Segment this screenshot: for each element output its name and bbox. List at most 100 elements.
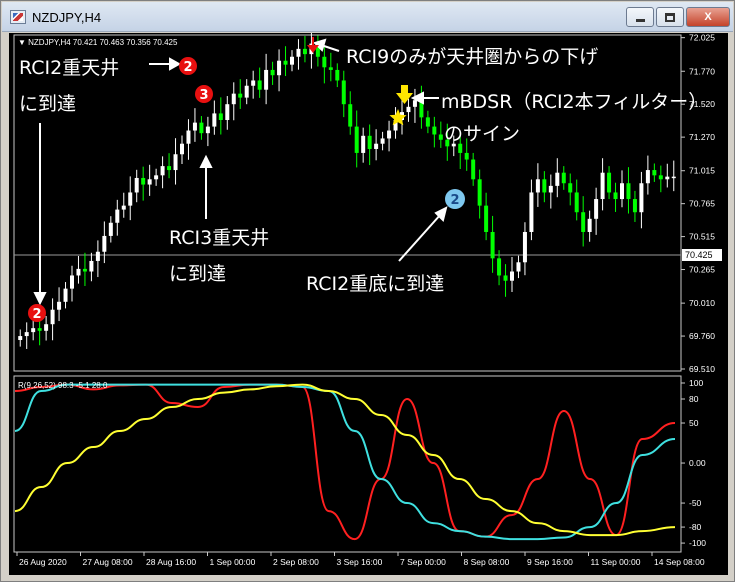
time-tick-label: 7 Sep 00:00 xyxy=(400,557,446,567)
minimize-icon xyxy=(635,18,645,22)
candle-body xyxy=(535,179,540,193)
candle-body xyxy=(341,80,346,105)
candle-body xyxy=(387,130,392,139)
price-tick-label: 69.760 xyxy=(689,331,715,341)
price-tick-label: 70.765 xyxy=(689,199,715,209)
candle-body xyxy=(658,175,663,180)
time-tick-label: 26 Aug 2020 xyxy=(19,557,67,567)
annotation-rci3-2: に到達 xyxy=(169,263,227,285)
rci-tick-label: 100 xyxy=(689,378,703,388)
price-pane-frame xyxy=(13,34,682,372)
time-tick-label: 11 Sep 00:00 xyxy=(591,557,641,567)
candle-body xyxy=(186,130,191,144)
candle-body xyxy=(328,67,333,70)
arrowhead-rci2-top xyxy=(169,57,182,71)
candle-body xyxy=(477,179,482,206)
candle-body xyxy=(57,301,62,310)
price-tick-label: 70.010 xyxy=(689,298,715,308)
price-tick-label: 71.770 xyxy=(689,66,715,76)
time-tick-label: 1 Sep 00:00 xyxy=(210,557,256,567)
time-tick-label: 9 Sep 16:00 xyxy=(527,557,573,567)
arrowhead-rci2-bottom-left xyxy=(33,292,47,306)
maximize-icon xyxy=(665,12,675,22)
rci-series-line xyxy=(14,383,676,541)
candle-body xyxy=(574,192,579,213)
candle-body xyxy=(108,222,113,236)
candle-body xyxy=(63,288,68,302)
candle-body xyxy=(37,328,42,331)
candle-body xyxy=(665,176,670,180)
candle-body xyxy=(147,179,152,185)
candle-body xyxy=(374,143,379,149)
candle-body xyxy=(548,185,553,193)
candle-body xyxy=(18,336,23,341)
candle-body xyxy=(141,177,146,185)
candle-body xyxy=(296,48,301,57)
candle-body xyxy=(322,56,327,68)
annotation-rci2-top-2: に到達 xyxy=(19,93,77,115)
candle-body xyxy=(264,69,269,90)
chart-area[interactable]: 72.025 71.770 71.520 71.270 71.015 70.765 70.5… xyxy=(9,33,728,575)
candle-body xyxy=(257,80,262,90)
candle-body xyxy=(600,172,605,200)
candle-body xyxy=(412,100,417,107)
close-button[interactable]: X xyxy=(686,7,730,27)
candle-body xyxy=(50,309,55,325)
price-tick-label: 71.270 xyxy=(689,132,715,142)
candle-body xyxy=(367,135,372,149)
mbdsr-star-icon xyxy=(389,109,407,126)
minimize-button[interactable] xyxy=(626,7,654,27)
price-tick-label: 69.510 xyxy=(689,364,715,374)
candle-body xyxy=(471,159,476,180)
rci-tick-label: 50 xyxy=(689,418,699,428)
candle-body xyxy=(335,69,340,81)
candle-body xyxy=(555,172,560,186)
chart-svg[interactable]: 72.02571.77071.52071.27071.01570.76570.5… xyxy=(9,33,728,575)
annotation-rci2-bottom: RCI2重底に到達 xyxy=(306,273,445,295)
candle-body xyxy=(251,80,256,86)
candle-body xyxy=(613,192,618,200)
candle-body xyxy=(568,183,573,193)
title-bar[interactable]: NZDJPY,H4 X xyxy=(2,2,733,32)
candle-body xyxy=(244,85,249,98)
arrow-rci2-bottom xyxy=(398,213,442,262)
candle-body xyxy=(95,251,100,261)
candle-body xyxy=(31,328,36,333)
candle-body xyxy=(154,175,159,180)
candle-body xyxy=(432,126,437,135)
candle-body xyxy=(425,117,430,127)
time-tick-label: 14 Sep 08:00 xyxy=(654,557,705,567)
candle-body xyxy=(503,275,508,281)
candle-body xyxy=(406,106,411,113)
candle-body xyxy=(645,170,650,184)
candle-body xyxy=(497,258,502,276)
chart-window: NZDJPY,H4 X 72.025 71.770 71.520 71.270 71.0… xyxy=(0,0,735,582)
candle-body xyxy=(160,166,165,176)
candle-body xyxy=(587,218,592,232)
maximize-button[interactable] xyxy=(656,7,684,27)
candle-body xyxy=(639,183,644,213)
candle-body xyxy=(290,56,294,65)
candle-body xyxy=(180,143,184,155)
candle-body xyxy=(561,172,566,184)
candle-body xyxy=(44,324,49,331)
rci-axis: 100 80 50 0.00 -50 -80 -100 xyxy=(681,378,706,548)
annotation-mbdsr-2: のサイン xyxy=(444,123,521,145)
candle-body xyxy=(354,126,359,153)
candle-body xyxy=(231,93,236,105)
candle-body xyxy=(115,209,120,223)
candle-body xyxy=(218,113,223,120)
mbdsr-arrow-icon xyxy=(396,85,413,104)
candle-body xyxy=(302,48,307,55)
annotation-rci3-1: RCI3重天井 xyxy=(169,227,270,249)
candle-body xyxy=(205,126,210,134)
candle-body xyxy=(199,122,204,134)
candle-body xyxy=(192,122,197,131)
window-title: NZDJPY,H4 xyxy=(32,10,102,25)
svg-text:2: 2 xyxy=(183,60,192,75)
candle-body xyxy=(361,135,366,153)
price-tick-label: 70.265 xyxy=(689,265,715,275)
rci-lines-group xyxy=(14,383,676,541)
candle-body xyxy=(76,268,81,276)
marker-3: 3 xyxy=(195,85,213,103)
